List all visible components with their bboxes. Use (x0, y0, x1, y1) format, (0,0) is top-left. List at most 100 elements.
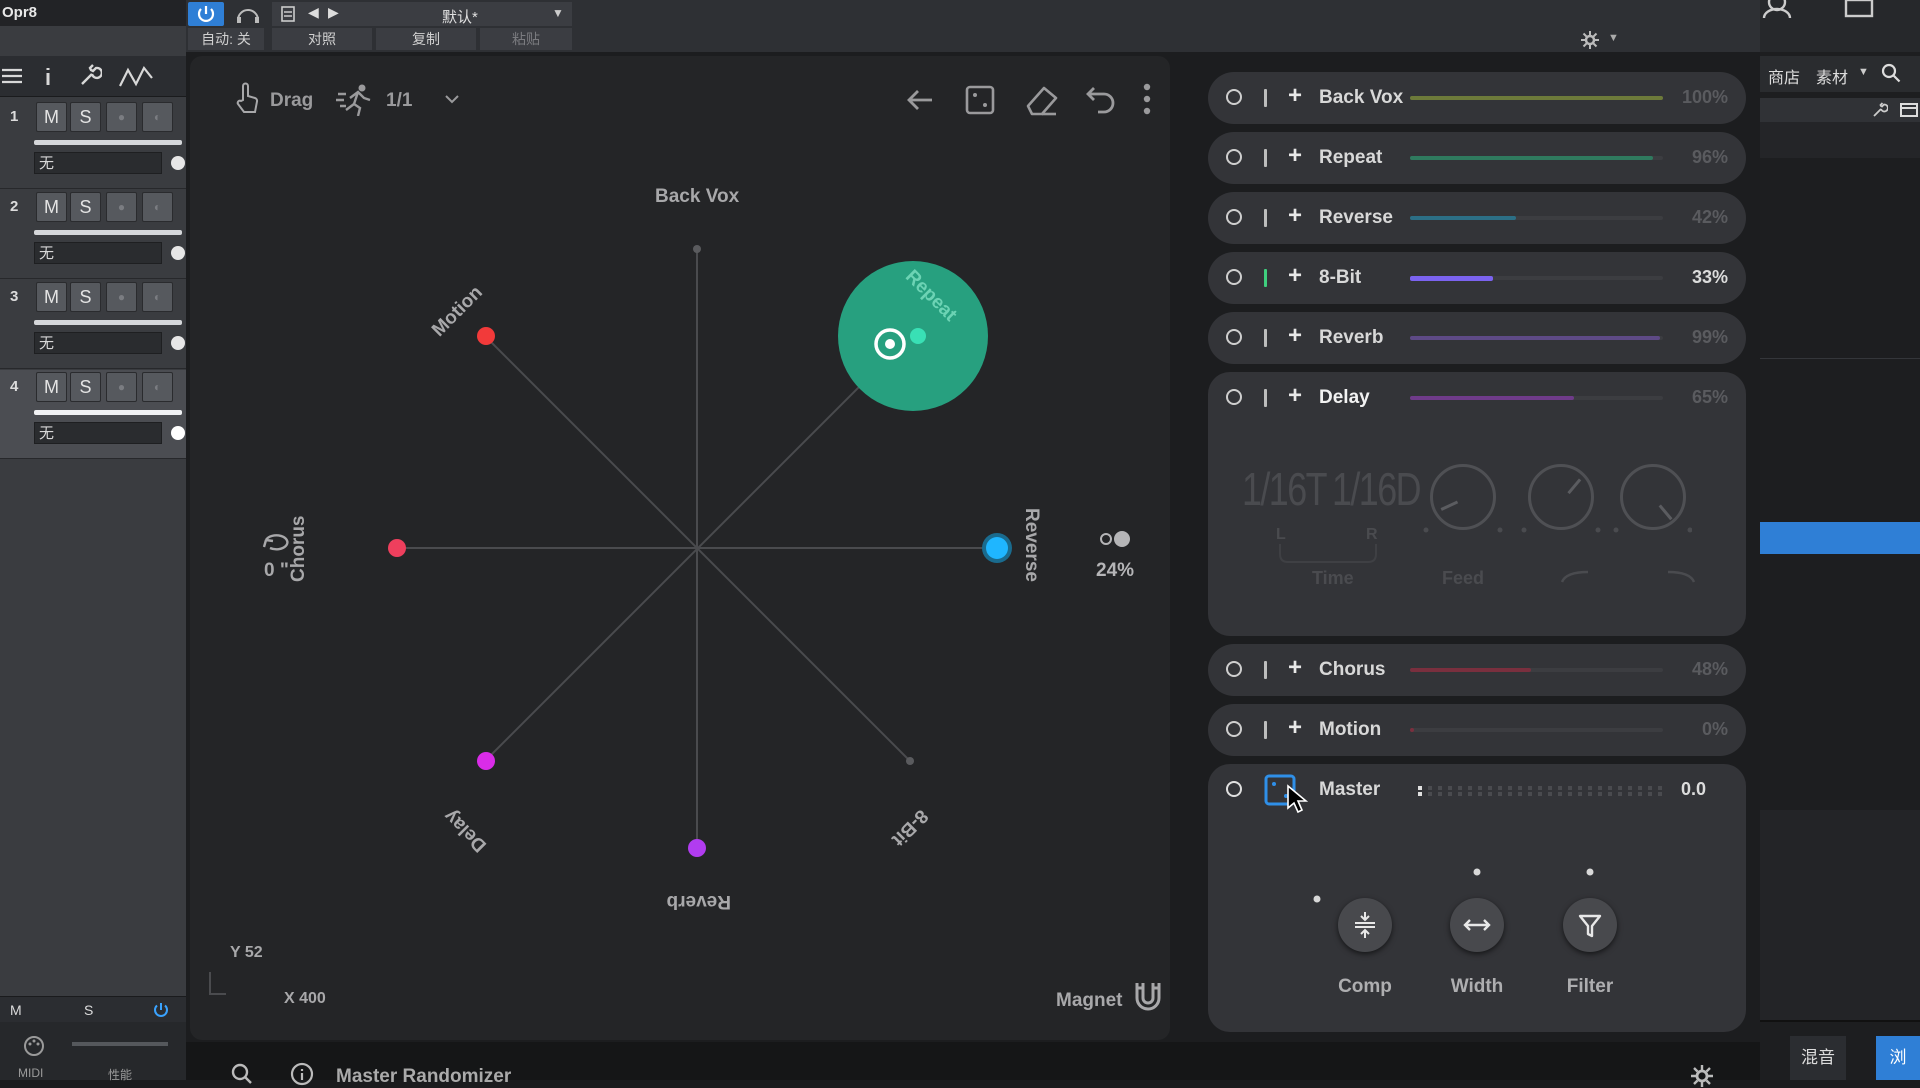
master-value[interactable]: 0.0 (1681, 779, 1706, 800)
solo-button[interactable]: S (70, 282, 101, 312)
delay-node[interactable] (477, 752, 495, 770)
panel-icon[interactable] (1900, 102, 1918, 118)
monitor-button[interactable]: ◐ (142, 192, 173, 222)
mute-button[interactable]: M (36, 192, 67, 222)
comp-macro-button[interactable] (1338, 898, 1392, 952)
plus-icon[interactable]: + (1288, 714, 1302, 742)
global-solo-button[interactable]: S (84, 1002, 93, 1018)
feed-knob-1[interactable] (1430, 464, 1496, 530)
record-button[interactable]: ● (106, 102, 137, 132)
paste-button[interactable]: 粘贴 (480, 28, 572, 50)
fx-row-8-bit[interactable]: + 8-Bit 33% (1208, 252, 1746, 304)
user-icon[interactable] (1762, 0, 1792, 18)
bypass-button[interactable] (228, 2, 268, 26)
fx-amount-slider[interactable] (1410, 668, 1663, 672)
track-pan-knob[interactable] (171, 156, 185, 170)
fx-enable-toggle[interactable] (1226, 389, 1242, 405)
gear-icon[interactable] (1580, 30, 1600, 50)
record-button[interactable]: ● (106, 282, 137, 312)
track-input-select[interactable]: 无 (34, 332, 162, 354)
fx-amount-slider[interactable] (1410, 276, 1663, 281)
record-button[interactable]: ● (106, 192, 137, 222)
fx-row-back-vox[interactable]: + Back Vox 100% (1208, 72, 1746, 124)
chevron-down-icon[interactable]: ▼ (1858, 66, 1869, 78)
fx-row-delay[interactable]: + Delay 65% 1/16T 1/16D L R Time Feed (1208, 372, 1746, 636)
chevron-down-icon[interactable]: ▼ (1608, 32, 1619, 44)
copy-button[interactable]: 复制 (376, 28, 476, 50)
wrench-icon[interactable] (1872, 102, 1888, 118)
plus-icon[interactable]: + (1288, 654, 1302, 682)
search-icon[interactable] (1880, 62, 1902, 84)
feed-knob-3[interactable] (1620, 464, 1686, 530)
compare-button[interactable]: 对照 (272, 28, 372, 50)
track-volume-fader[interactable] (34, 230, 182, 235)
track-row[interactable]: 2 M S ● ◐ 无 (0, 190, 186, 279)
plus-icon[interactable]: + (1288, 82, 1302, 110)
fx-enable-toggle[interactable] (1226, 661, 1242, 677)
track-volume-fader[interactable] (34, 140, 182, 145)
solo-button[interactable]: S (70, 372, 101, 402)
record-button[interactable]: ● (106, 372, 137, 402)
reverse-node[interactable] (986, 537, 1008, 559)
power-icon[interactable] (152, 1001, 170, 1019)
magnet-icon[interactable] (1132, 980, 1164, 1014)
global-mute-button[interactable]: M (10, 1002, 22, 1018)
preset-dropdown-icon[interactable]: ▼ (552, 6, 564, 20)
fx-solo-indicator[interactable] (1264, 329, 1267, 347)
track-input-select[interactable]: 无 (34, 152, 162, 174)
fx-solo-indicator[interactable] (1264, 721, 1267, 739)
eight-bit-node[interactable] (906, 757, 914, 765)
track-row-selected[interactable]: 4 M S ● ◐ 无 (0, 370, 186, 459)
fx-solo-indicator[interactable] (1264, 389, 1267, 407)
plugin-power-button[interactable] (188, 2, 224, 26)
fx-solo-indicator[interactable] (1264, 89, 1267, 107)
plus-icon[interactable]: + (1288, 322, 1302, 350)
mute-button[interactable]: M (36, 102, 67, 132)
delay-time-left[interactable]: 1/16T (1242, 462, 1328, 516)
fx-amount-slider[interactable] (1410, 216, 1663, 220)
info-circle-icon[interactable] (290, 1062, 314, 1086)
wrench-icon[interactable] (78, 64, 102, 88)
solo-button[interactable]: S (70, 192, 101, 222)
track-pan-knob[interactable] (171, 426, 185, 440)
track-input-select[interactable]: 无 (34, 422, 162, 444)
shop-tab[interactable]: 商店 (1768, 64, 1800, 88)
fx-amount-slider[interactable] (1410, 728, 1663, 732)
master-enable-toggle[interactable] (1226, 781, 1242, 797)
window-icon[interactable] (1844, 0, 1874, 18)
auto-toggle[interactable]: 自动: 关 (188, 28, 264, 50)
solo-button[interactable]: S (70, 102, 101, 132)
monitor-button[interactable]: ◐ (142, 282, 173, 312)
width-macro-button[interactable] (1450, 898, 1504, 952)
mix-tab[interactable]: 混音 (1790, 1036, 1846, 1080)
browser-selected-row[interactable] (1760, 522, 1920, 554)
toggle-icon[interactable] (1098, 530, 1134, 548)
magnet-label[interactable]: Magnet (1056, 990, 1123, 1012)
info-icon[interactable] (36, 64, 60, 88)
fx-row-motion[interactable]: + Motion 0% (1208, 704, 1746, 756)
plus-icon[interactable]: + (1288, 262, 1302, 290)
track-pan-knob[interactable] (171, 336, 185, 350)
material-tab[interactable]: 素材 (1816, 64, 1848, 88)
browser-row[interactable] (1760, 122, 1920, 158)
monitor-button[interactable]: ◐ (142, 372, 173, 402)
preset-name[interactable]: 默认* (442, 6, 478, 27)
gear-icon[interactable] (1690, 1064, 1714, 1088)
fx-enable-toggle[interactable] (1226, 329, 1242, 345)
master-level-meter[interactable] (1416, 784, 1668, 798)
fx-enable-toggle[interactable] (1226, 721, 1242, 737)
monitor-button[interactable]: ◐ (142, 102, 173, 132)
rotate-icon[interactable] (260, 530, 294, 554)
list-icon[interactable] (0, 64, 24, 88)
plus-icon[interactable]: + (1288, 382, 1302, 410)
motion-node[interactable] (477, 327, 495, 345)
fx-enable-toggle[interactable] (1226, 149, 1242, 165)
next-preset-icon[interactable]: ▶ (328, 4, 339, 21)
fx-amount-slider[interactable] (1410, 396, 1663, 400)
mute-button[interactable]: M (36, 282, 67, 312)
browse-tab[interactable]: 浏 (1876, 1036, 1920, 1080)
reverb-node[interactable] (688, 839, 706, 857)
prev-preset-icon[interactable]: ◀ (308, 4, 319, 21)
track-input-select[interactable]: 无 (34, 242, 162, 264)
fx-solo-indicator[interactable] (1264, 149, 1267, 167)
